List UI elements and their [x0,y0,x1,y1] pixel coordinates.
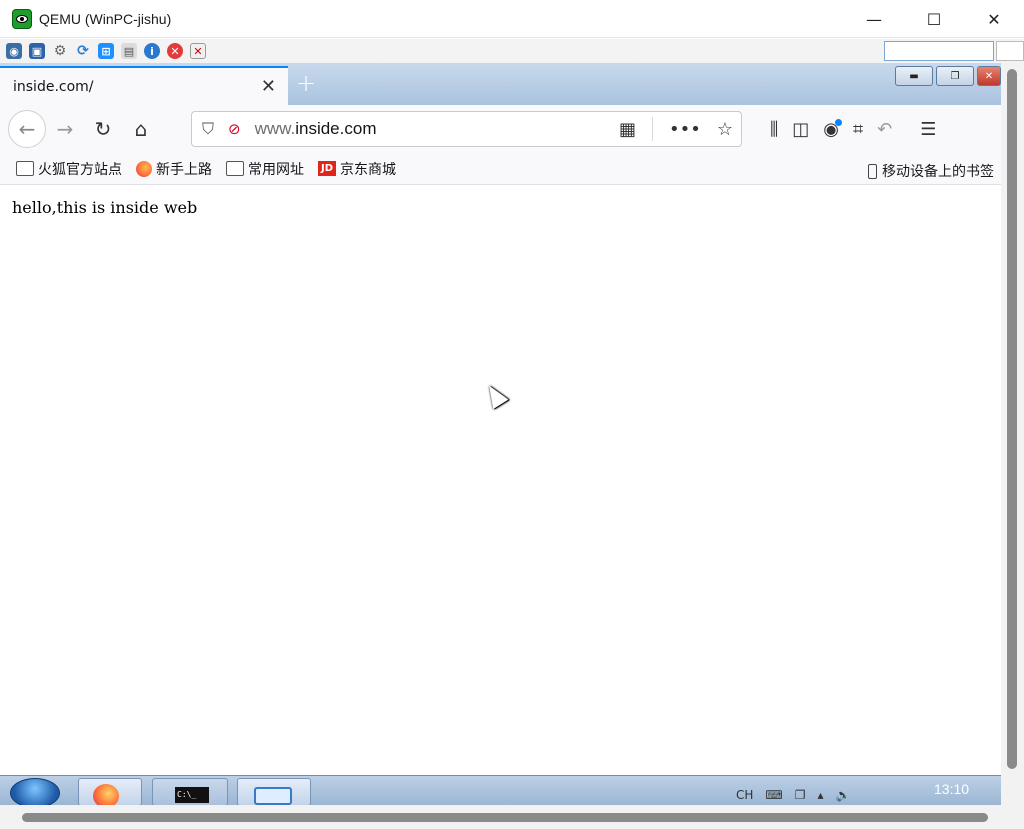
tab-close-icon[interactable]: ✕ [261,76,276,97]
start-button[interactable] [10,778,60,805]
stop-icon[interactable]: ✕ [167,43,183,59]
qemu-logo-icon [12,8,32,29]
disconnect-icon[interactable]: ✕ [190,43,206,59]
url-text[interactable]: www.inside.com [255,119,377,139]
tab-strip: inside.com/ ✕ + ▬ ❐ ✕ [0,63,1001,105]
horizontal-scrollbar[interactable] [0,805,1024,829]
vertical-scrollbar[interactable] [1001,63,1024,805]
restore-icon[interactable]: ❐ [795,788,806,802]
undo-icon[interactable]: ↶ [877,119,892,140]
guest-taskbar: C:\_ CH ⌨ ❐ ▴ 🔈 13:10 [0,775,1001,805]
insecure-lock-icon[interactable]: ⊘ [228,120,241,138]
qr-code-icon[interactable]: ▦ [619,119,636,140]
system-tray: CH ⌨ ❐ ▴ 🔈 [736,788,850,802]
keyboard-icon[interactable]: ⌨ [765,788,782,802]
qemu-toolbar: ◉ ▣ ⚙ ⟳ ⊞ ▤ i ✕ ✕ [0,39,1024,63]
language-indicator[interactable]: CH [736,788,753,802]
maximize-button[interactable]: ☐ [904,0,964,38]
document-icon[interactable]: ▤ [121,43,137,59]
url-prefix: www. [254,119,296,138]
window-title: QEMU (WinPC-jishu) [39,10,172,27]
window-controls: — ☐ ✕ [844,0,1024,38]
horizontal-scroll-thumb[interactable] [22,813,988,822]
folder-icon [16,161,34,176]
bookmark-item[interactable]: 新手上路 [136,159,212,179]
qemu-titlebar: QEMU (WinPC-jishu) — ☐ ✕ [0,0,1024,38]
url-host: inside.com [295,119,377,138]
info-icon[interactable]: i [144,43,160,59]
url-bar[interactable]: ⛉ ⊘ www.inside.com ▦ ••• ☆ [191,111,742,147]
mobile-device-icon [868,163,877,179]
folder-icon [226,161,244,176]
more-actions-icon[interactable]: ••• [669,119,701,140]
nav-bar: ← → ↻ ⌂ ⛉ ⊘ www.inside.com ▦ ••• ☆ ⫼ ◫ ◉… [0,105,1001,153]
minimize-button[interactable]: — [844,0,904,38]
bookmarks-toolbar: 火狐官方站点 新手上路 常用网址 JD 京东商城 移动设备上的书签 [0,153,1001,185]
screenshot-icon[interactable]: ⌗ [853,119,863,140]
shield-icon[interactable]: ⛉ [202,119,214,139]
browser-close-button[interactable]: ✕ [977,66,1001,86]
mobile-bookmarks[interactable]: 移动设备上的书签 [868,161,994,181]
fullscreen-icon[interactable]: ▣ [29,43,45,59]
bookmark-label: 新手上路 [156,161,212,178]
reload-button[interactable]: ↻ [84,110,122,148]
bookmark-item[interactable]: 常用网址 [226,159,304,179]
bookmark-label: 常用网址 [248,161,304,178]
url-divider [652,117,653,141]
toolbar-input[interactable] [884,41,994,61]
guest-screen: inside.com/ ✕ + ▬ ❐ ✕ ← → ↻ ⌂ ⛉ ⊘ www.in… [0,63,1001,805]
page-content: hello,this is inside web [0,186,1001,775]
jd-icon: JD [318,161,336,176]
menu-icon[interactable]: ☰ [920,119,936,140]
mouse-cursor-icon [481,380,509,410]
bookmark-label: 京东商城 [340,161,396,178]
page-text: hello,this is inside web [12,198,198,217]
bookmark-item[interactable]: 火狐官方站点 [16,159,122,179]
account-icon[interactable]: ◉ [823,118,842,140]
taskbar-network-app[interactable] [237,778,311,805]
network-app-icon [254,787,292,805]
gear-icon[interactable]: ⚙ [52,43,68,59]
eye-icon[interactable]: ◉ [6,43,22,59]
taskbar-firefox[interactable] [78,778,142,805]
home-button[interactable]: ⌂ [122,110,160,148]
toolbar-tools: ⫼ ◫ ◉ ⌗ ↶ ☰ [770,105,936,153]
browser-restore-button[interactable]: ❐ [936,66,974,86]
back-button[interactable]: ← [8,110,46,148]
cmd-icon: C:\_ [175,787,209,803]
refresh-icon[interactable]: ⟳ [75,43,91,59]
close-button[interactable]: ✕ [964,0,1024,38]
bookmark-item[interactable]: JD 京东商城 [318,159,396,179]
library-icon[interactable]: ⫼ [770,119,778,140]
vertical-scroll-thumb[interactable] [1007,69,1017,769]
url-actions: ▦ ••• ☆ [619,112,733,146]
clock[interactable]: 13:10 [934,781,969,797]
toolbar-input-secondary[interactable] [996,41,1024,61]
browser-window-controls: ▬ ❐ ✕ [895,66,1001,86]
mobile-bookmarks-label: 移动设备上的书签 [882,164,994,180]
firefox-icon [93,784,119,805]
new-tab-button[interactable]: + [296,69,316,97]
volume-icon[interactable]: 🔈 [836,788,851,802]
tab-title: inside.com/ [13,78,94,95]
forward-button[interactable]: → [46,110,84,148]
arrow-up-icon[interactable]: ▴ [818,788,824,802]
firefox-icon [136,160,152,177]
bookmark-label: 火狐官方站点 [38,161,122,178]
browser-minimize-button[interactable]: ▬ [895,66,933,86]
bookmark-star-icon[interactable]: ☆ [717,119,733,140]
sidebar-icon[interactable]: ◫ [792,119,809,140]
taskbar-cmd[interactable]: C:\_ [152,778,228,805]
windows-icon[interactable]: ⊞ [98,43,114,59]
tab-inside[interactable]: inside.com/ ✕ [0,66,288,105]
